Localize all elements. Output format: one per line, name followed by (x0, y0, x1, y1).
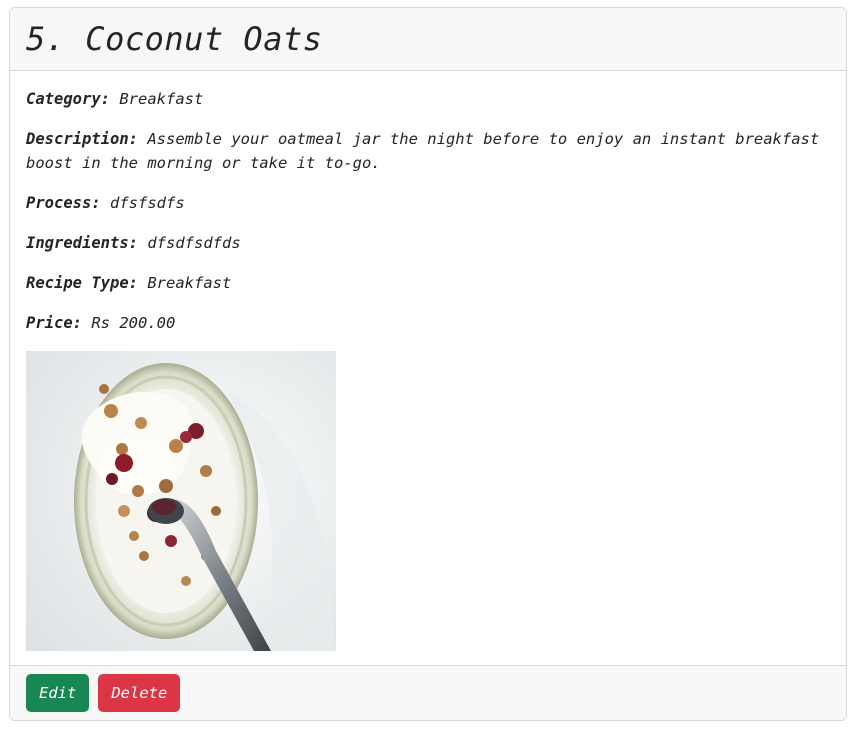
ingredients-field: Ingredients: dfsdfsdfds (26, 231, 830, 255)
category-value: Breakfast (119, 90, 204, 108)
recipe-title: 5. Coconut Oats (26, 20, 323, 58)
price-label: Price: (26, 314, 82, 332)
recipe-type-field: Recipe Type: Breakfast (26, 271, 830, 295)
recipe-card: 5. Coconut Oats Category: Breakfast Desc… (9, 7, 847, 721)
ingredients-label: Ingredients: (26, 234, 138, 252)
price-value: Rs 200.00 (91, 314, 176, 332)
recipe-image (26, 351, 336, 651)
category-label: Category: (26, 90, 110, 108)
recipe-type-label: Recipe Type: (26, 274, 138, 292)
process-field: Process: dfsfsdfs (26, 191, 830, 215)
recipe-type-value: Breakfast (147, 274, 232, 292)
description-label: Description: (26, 130, 138, 148)
edit-button[interactable]: Edit (26, 674, 90, 712)
description-field: Description: Assemble your oatmeal jar t… (26, 127, 830, 175)
price-field: Price: Rs 200.00 (26, 311, 830, 335)
card-footer: Edit Delete (10, 665, 846, 720)
delete-button[interactable]: Delete (98, 674, 181, 712)
process-label: Process: (26, 194, 101, 212)
ingredients-value: dfsdfsdfds (147, 234, 241, 252)
category-field: Category: Breakfast (26, 87, 830, 111)
card-header: 5. Coconut Oats (10, 8, 846, 71)
process-value: dfsfsdfs (110, 194, 185, 212)
card-body: Category: Breakfast Description: Assembl… (10, 71, 846, 667)
description-value: Assemble your oatmeal jar the night befo… (26, 130, 820, 172)
